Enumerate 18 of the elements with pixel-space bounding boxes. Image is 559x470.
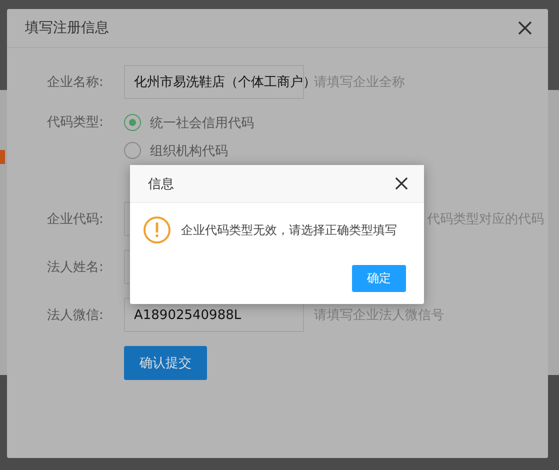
field-label: 企业名称: [47,74,104,91]
dialog-title: 填写注册信息 [25,19,109,37]
confirm-button[interactable]: 确定 [352,265,406,292]
radio-button[interactable] [124,142,141,159]
close-icon[interactable] [395,177,408,190]
field-label: 法人微信: [47,307,104,324]
field-label: 代码类型: [47,114,104,131]
field-label: 法人姓名: [47,259,104,276]
accent-mark [0,150,5,164]
radio-button[interactable] [124,114,141,131]
dialog-title: 信息 [148,176,174,192]
submit-button[interactable]: 确认提交 [124,346,207,380]
warning-icon [143,216,171,244]
radio-label[interactable]: 统一社会信用代码 [150,114,254,132]
radio-label[interactable]: 组织机构代码 [150,142,228,160]
alert-message: 企业代码类型无效，请选择正确类型填写 [181,222,397,238]
field-label: 企业代码: [47,211,104,228]
close-icon[interactable] [518,21,532,35]
